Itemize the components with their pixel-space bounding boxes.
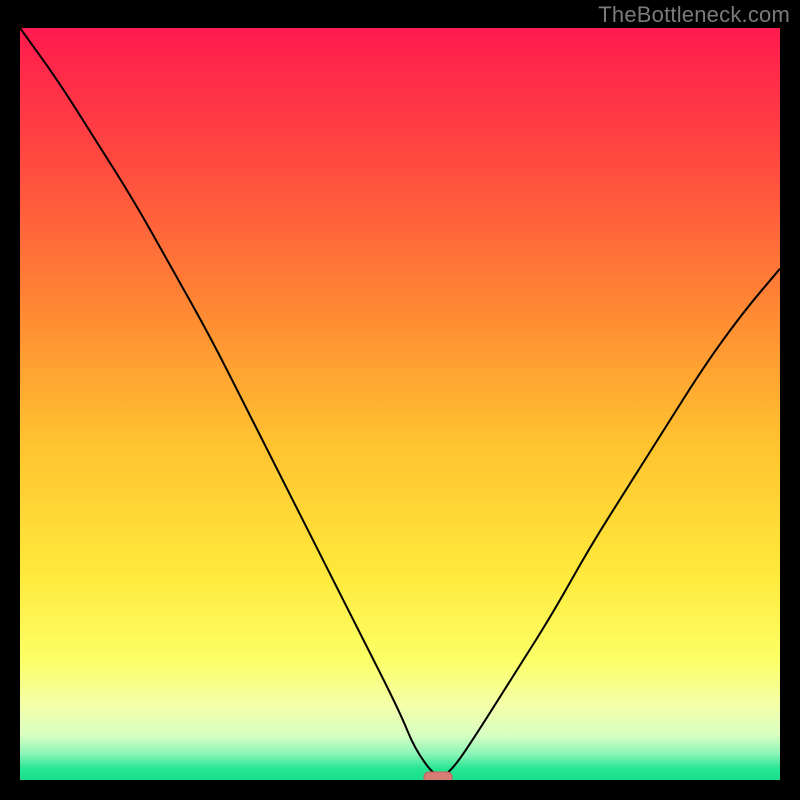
gradient-background xyxy=(20,28,780,780)
chart-frame: TheBottleneck.com xyxy=(0,0,800,800)
watermark-text: TheBottleneck.com xyxy=(598,2,790,28)
bottleneck-chart-svg xyxy=(20,28,780,780)
plot-area xyxy=(20,28,780,780)
optimal-point-marker xyxy=(424,772,452,780)
